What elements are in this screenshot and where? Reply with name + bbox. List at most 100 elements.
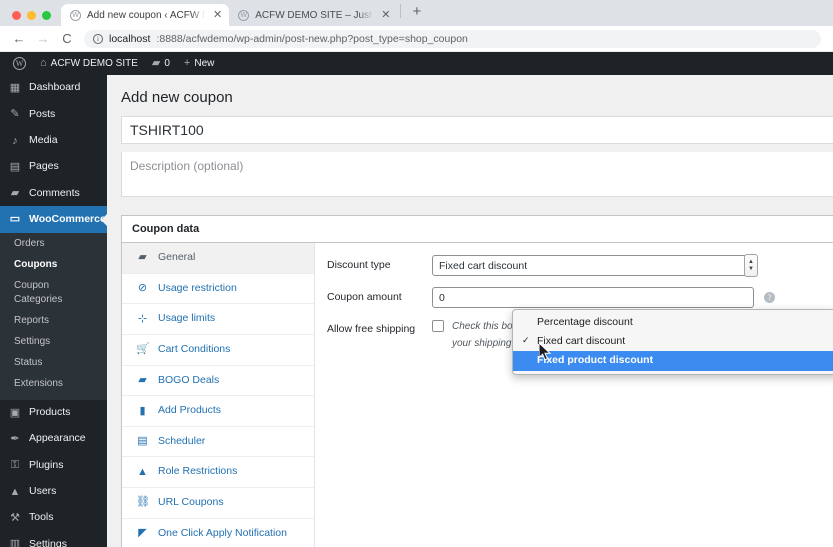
coupon-data-postbox: Coupon data ▰ General ⊘ Usage restrictio… <box>121 215 833 547</box>
sidebar-item-media[interactable]: ♪ Media <box>0 128 107 154</box>
browser-toolbar: ← → C i localhost:8888/acfwdemo/wp-admin… <box>0 26 833 52</box>
sidebar-item-label: Settings <box>29 537 67 547</box>
close-window-button[interactable] <box>12 11 21 20</box>
tab-general[interactable]: ▰ General <box>122 243 314 274</box>
sidebar-item-dashboard[interactable]: ▦ Dashboard <box>0 75 107 101</box>
back-button[interactable]: ← <box>12 32 26 45</box>
tab-add-products[interactable]: ▮ Add Products <box>122 396 314 427</box>
coupon-data-tabs: ▰ General ⊘ Usage restriction ⊹ Usage li… <box>122 243 315 547</box>
comment-bubble-icon: ▰ <box>151 57 161 69</box>
submenu-item-reports[interactable]: Reports <box>0 311 107 332</box>
tab-scheduler[interactable]: ▤ Scheduler <box>122 427 314 458</box>
dropdown-option-percentage-discount[interactable]: Percentage discount <box>513 313 833 332</box>
tab-label: Usage restriction <box>158 281 237 294</box>
tab-usage-restriction[interactable]: ⊘ Usage restriction <box>122 274 314 305</box>
new-tab-button[interactable]: + <box>404 3 429 24</box>
sidebar-item-pages[interactable]: ▤ Pages <box>0 154 107 180</box>
forward-button[interactable]: → <box>36 32 50 45</box>
submenu-item-settings[interactable]: Settings <box>0 332 107 353</box>
sidebar-item-label: Appearance <box>29 432 86 445</box>
megaphone-icon: ◤ <box>138 527 147 540</box>
submenu-item-coupon-categories[interactable]: Coupon Categories <box>0 276 107 311</box>
coupon-code-input[interactable] <box>122 117 833 143</box>
select-stepper-icon[interactable]: ▲ ▼ <box>744 254 758 277</box>
minimize-window-button[interactable] <box>27 11 36 20</box>
coupon-description-input[interactable] <box>122 152 833 196</box>
calendar-icon: ▤ <box>137 435 148 448</box>
home-icon: ⌂ <box>40 57 47 69</box>
sidebar-item-plugins[interactable]: ⚿ Plugins <box>0 452 107 478</box>
bogo-icon: ▰ <box>138 373 147 386</box>
sidebar-item-woocommerce[interactable]: ▭ WooCommerce <box>0 206 107 233</box>
tab-label: Cart Conditions <box>158 342 231 355</box>
sidebar-item-users[interactable]: ▲ Users <box>0 479 107 505</box>
coupon-amount-input[interactable] <box>432 287 754 308</box>
coupon-code-wrapper <box>121 116 833 144</box>
coupon-amount-field: ? <box>432 287 833 308</box>
site-name-label: ACFW DEMO SITE <box>50 58 138 69</box>
settings-icon: ▥ <box>9 538 21 547</box>
browser-tab-1[interactable]: W Add new coupon ‹ ACFW DEMO… ✕ <box>61 4 230 26</box>
chevron-down-icon: ▼ <box>748 266 754 272</box>
browser-tab-2-close-icon[interactable]: ✕ <box>379 9 390 21</box>
sidebar-item-label: Products <box>29 406 71 419</box>
discount-type-row: Discount type Fixed cart discount ▲ ▼ <box>327 254 833 277</box>
media-icon: ♪ <box>12 134 18 147</box>
browser-window: W Add new coupon ‹ ACFW DEMO… ✕ W ACFW D… <box>0 0 833 547</box>
discount-type-dropdown-menu[interactable]: Percentage discount Fixed cart discount … <box>512 309 833 375</box>
submenu-item-status[interactable]: Status <box>0 353 107 374</box>
coupon-general-panel: Discount type Fixed cart discount ▲ ▼ Co… <box>315 243 833 547</box>
sidebar-item-label: Comments <box>29 186 80 199</box>
coupon-amount-row: Coupon amount ? <box>327 287 833 308</box>
submenu-item-extensions[interactable]: Extensions <box>0 374 107 395</box>
sidebar-item-products[interactable]: ▣ Products <box>0 400 107 426</box>
tab-usage-limits[interactable]: ⊹ Usage limits <box>122 304 314 335</box>
browser-tab-2[interactable]: W ACFW DEMO SITE – Just anoth… ✕ <box>229 4 397 26</box>
comments-count: 0 <box>164 58 170 69</box>
tab-label: BOGO Deals <box>158 373 220 386</box>
discount-type-field: Fixed cart discount ▲ ▼ <box>432 254 833 277</box>
site-info-icon[interactable]: i <box>93 33 103 44</box>
browser-tab-1-title: Add new coupon ‹ ACFW DEMO… <box>87 9 205 21</box>
sidebar-item-label: Dashboard <box>29 81 81 94</box>
sidebar-item-label: Posts <box>29 107 56 120</box>
sidebar-item-label: Plugins <box>29 458 64 471</box>
new-content-button[interactable]: + New <box>177 52 221 75</box>
help-icon[interactable]: ? <box>764 292 775 303</box>
submenu-item-coupons[interactable]: Coupons <box>0 255 107 276</box>
tab-label: One Click Apply Notification <box>158 526 287 539</box>
coupon-amount-label: Coupon amount <box>327 291 402 303</box>
sidebar-item-comments[interactable]: ▰ Comments <box>0 180 107 206</box>
allow-free-shipping-label: Allow free shipping <box>327 323 416 335</box>
tab-bogo-deals[interactable]: ▰ BOGO Deals <box>122 366 314 397</box>
sidebar-item-tools[interactable]: ⚒ Tools <box>0 505 107 531</box>
sidebar-item-posts[interactable]: ✎ Posts <box>0 101 107 127</box>
wp-logo-button[interactable]: W <box>6 52 33 75</box>
discount-type-select[interactable]: Fixed cart discount <box>432 255 752 276</box>
sidebar-item-settings[interactable]: ▥ Settings <box>0 531 107 547</box>
wordpress-favicon-icon: W <box>70 9 81 21</box>
link-icon: ⛓ <box>136 496 150 509</box>
cart-icon: 🛒 <box>136 343 150 356</box>
dropdown-option-fixed-cart-discount[interactable]: Fixed cart discount <box>513 332 833 351</box>
url-host: localhost <box>109 32 151 45</box>
dashboard-icon: ▦ <box>9 82 21 94</box>
pin-icon: ✎ <box>10 108 20 121</box>
reload-button[interactable]: C <box>60 32 74 45</box>
tab-one-click-apply-notification[interactable]: ◤ One Click Apply Notification <box>122 519 314 547</box>
tab-cart-conditions[interactable]: 🛒 Cart Conditions <box>122 335 314 366</box>
allow-free-shipping-checkbox[interactable] <box>432 320 444 332</box>
submenu-item-orders[interactable]: Orders <box>0 234 107 255</box>
sidebar-item-label: Media <box>29 133 58 146</box>
maximize-window-button[interactable] <box>42 11 51 20</box>
wordpress-logo-icon: W <box>13 57 26 70</box>
browser-tab-1-close-icon[interactable]: ✕ <box>211 9 222 21</box>
site-name-button[interactable]: ⌂ ACFW DEMO SITE <box>33 52 145 75</box>
dropdown-option-fixed-product-discount[interactable]: Fixed product discount <box>513 351 833 371</box>
tab-url-coupons[interactable]: ⛓ URL Coupons <box>122 488 314 519</box>
tab-role-restrictions[interactable]: ▲ Role Restrictions <box>122 457 314 489</box>
window-traffic-lights <box>10 11 61 26</box>
sidebar-item-appearance[interactable]: ✒ Appearance <box>0 426 107 452</box>
comments-button[interactable]: ▰ 0 <box>145 52 177 75</box>
address-bar[interactable]: i localhost:8888/acfwdemo/wp-admin/post-… <box>84 29 821 48</box>
